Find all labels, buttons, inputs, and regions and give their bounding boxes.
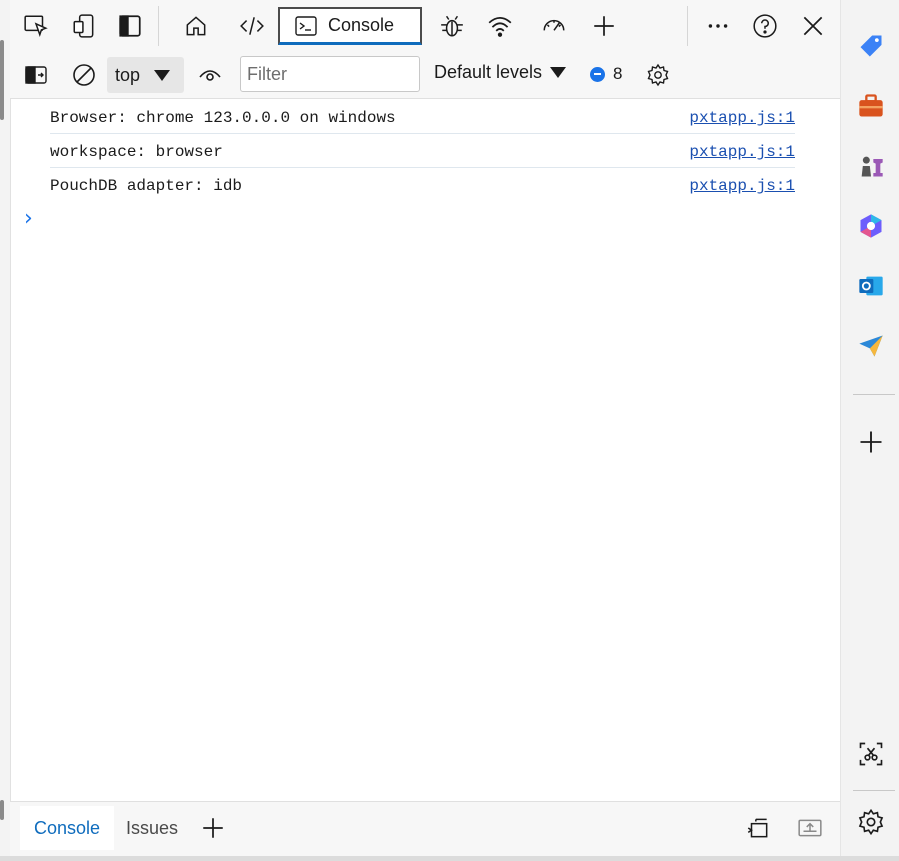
chevron-down-icon (154, 69, 171, 81)
drawer-tab-issues[interactable]: Issues (112, 806, 192, 850)
log-source-link[interactable]: pxtapp.js:1 (689, 102, 795, 135)
close-icon[interactable] (795, 8, 831, 44)
log-levels-dropdown[interactable]: Default levels (434, 62, 567, 83)
log-message: PouchDB adapter: idb (50, 177, 243, 195)
tab-console-label: Console (328, 15, 395, 35)
sidebar-separator (853, 790, 895, 791)
console-icon (295, 15, 317, 36)
drawer-tab-console[interactable]: Console (20, 806, 115, 850)
message-count-badge[interactable]: 8 (590, 64, 622, 84)
drawer-tab-label: Console (34, 817, 101, 838)
context-selector-value: top (115, 64, 141, 85)
filter-input[interactable] (240, 56, 420, 92)
inspect-icon[interactable] (18, 8, 54, 44)
console-toolbar: top Default levels 8 (10, 52, 840, 99)
add-tool-icon[interactable] (586, 8, 622, 44)
tag-icon[interactable] (855, 30, 887, 62)
performance-icon[interactable] (536, 8, 572, 44)
send-icon[interactable] (855, 330, 887, 362)
live-expression-icon[interactable] (196, 61, 224, 89)
message-icon (590, 66, 605, 82)
add-icon[interactable] (855, 426, 887, 458)
dock-icon[interactable] (112, 8, 148, 44)
log-source-link[interactable]: pxtapp.js:1 (689, 136, 795, 169)
briefcase-icon[interactable] (855, 90, 887, 122)
log-levels-label: Default levels (434, 62, 543, 82)
message-count: 8 (613, 64, 623, 83)
scrollbar-handle[interactable] (0, 40, 4, 120)
toolbar-separator (158, 6, 159, 46)
log-message: workspace: browser (50, 143, 223, 161)
dock-drawer-icon[interactable] (743, 813, 773, 843)
clear-console-icon[interactable] (70, 61, 98, 89)
more-icon[interactable] (700, 8, 736, 44)
minimize-drawer-icon[interactable] (795, 813, 825, 843)
device-emulation-icon[interactable] (66, 8, 102, 44)
settings-icon[interactable] (855, 806, 887, 838)
copilot-icon[interactable] (855, 210, 887, 242)
chevron-down-icon (550, 67, 567, 78)
console-prompt[interactable]: › (24, 206, 33, 231)
devtools-toolbar: Console (10, 0, 840, 53)
screenshot-icon[interactable] (855, 738, 887, 770)
home-icon[interactable] (178, 8, 214, 44)
browser-sidebar (841, 0, 899, 861)
log-source-link[interactable]: pxtapp.js:1 (689, 170, 795, 203)
sidebar-separator (853, 394, 895, 395)
window-bottom-border (0, 856, 899, 861)
console-settings-gear-icon[interactable] (644, 61, 672, 89)
log-row: PouchDB adapter: idb pxtapp.js:1 (50, 168, 795, 201)
outlook-icon[interactable] (855, 270, 887, 302)
drawer-tab-label: Issues (126, 817, 179, 838)
drawer-toolbar: Console Issues (10, 801, 840, 857)
log-row: Browser: chrome 123.0.0.0 on windows pxt… (50, 100, 795, 134)
show-sidebar-icon[interactable] (22, 61, 50, 89)
console-log: Browser: chrome 123.0.0.0 on windows pxt… (10, 100, 840, 201)
scrollbar-handle-bottom[interactable] (0, 800, 4, 820)
devtools-panel: Console top Filter Default levels 8 Brow… (0, 0, 841, 861)
tab-console[interactable]: Console (278, 7, 422, 45)
elements-icon[interactable] (234, 8, 270, 44)
sources-icon[interactable] (434, 8, 470, 44)
log-message: Browser: chrome 123.0.0.0 on windows (50, 109, 396, 127)
toolbar-separator (687, 6, 688, 46)
network-icon[interactable] (482, 8, 518, 44)
add-drawer-tab-icon[interactable] (198, 813, 228, 843)
log-row: workspace: browser pxtapp.js:1 (50, 134, 795, 168)
help-icon[interactable] (747, 8, 783, 44)
chess-icon[interactable] (855, 150, 887, 182)
context-selector[interactable]: top (107, 57, 184, 93)
